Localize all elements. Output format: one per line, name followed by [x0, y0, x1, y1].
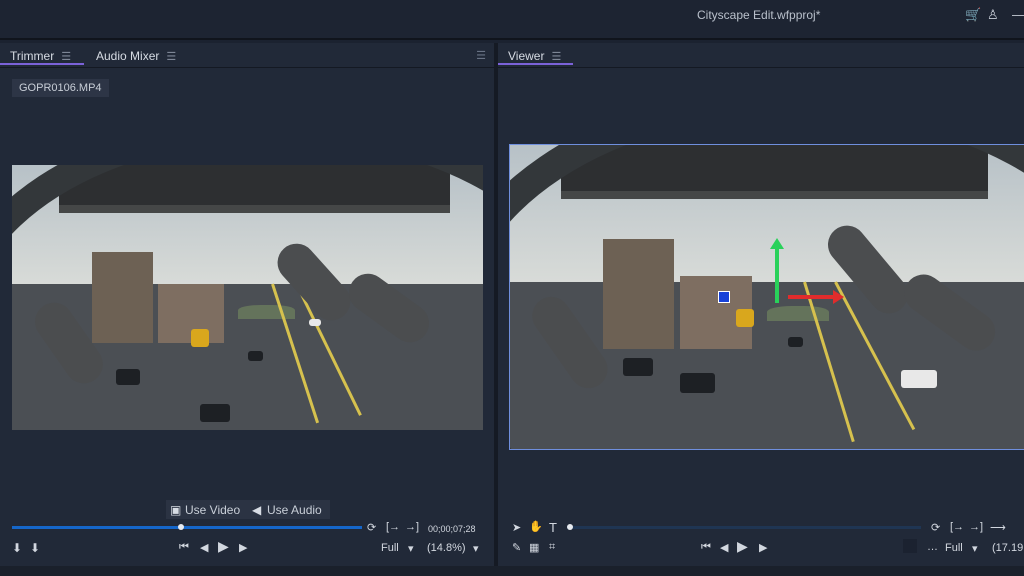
trimmer-playhead[interactable] [178, 524, 184, 530]
step-forward-icon[interactable]: ▶ [239, 541, 247, 554]
viewer-tab-bar: Viewer ☰ [498, 43, 1024, 68]
tab-trimmer-label: Trimmer [10, 49, 55, 63]
menu-icon: ☰ [551, 51, 562, 63]
rectangle-tool-icon[interactable]: ▦ [529, 541, 539, 554]
mark-in-icon[interactable]: [→ [386, 521, 400, 533]
menu-icon: ☰ [61, 51, 72, 63]
minimize-icon[interactable]: — [1012, 7, 1024, 22]
chevron-down-icon: ▾ [473, 543, 479, 555]
previous-clip-icon[interactable]: ⏮ [701, 541, 711, 554]
project-title: Cityscape Edit.wfpproj* [697, 8, 821, 22]
speaker-icon: ◀ [252, 503, 262, 517]
status-bar [0, 566, 1024, 576]
playback-quality-select[interactable]: Full [381, 542, 399, 554]
chevron-down-icon: ▾ [408, 543, 414, 555]
trimmer-video-preview[interactable] [12, 165, 483, 430]
step-back-icon[interactable]: ◀ [720, 541, 728, 554]
trimmer-panel: Trimmer ☰ Audio Mixer ☰ ☰ GOPR0106.MP4 ▣ U… [0, 43, 494, 576]
play-icon[interactable]: ▶ [737, 538, 748, 555]
more-icon[interactable]: … [927, 541, 938, 553]
playback-quality-select[interactable]: Full [945, 542, 963, 554]
viewer-timeline[interactable] [567, 526, 921, 529]
fence-foreground [12, 165, 483, 430]
video-selection-frame[interactable] [509, 144, 1024, 450]
film-icon: ▣ [170, 503, 182, 517]
use-video-button[interactable]: Use Video [185, 503, 240, 517]
timecode: 00;00;07;28 [428, 524, 476, 534]
use-audio-button[interactable]: Use Audio [267, 503, 322, 517]
previous-clip-icon[interactable]: ⏮ [179, 541, 189, 554]
step-forward-icon[interactable]: ▶ [759, 541, 767, 554]
text-tool-icon[interactable]: T [549, 520, 557, 535]
cart-icon[interactable]: 🛒 [965, 7, 981, 23]
trimmer-timeline[interactable] [12, 526, 362, 529]
color-swatch[interactable] [903, 539, 917, 553]
viewer-playhead[interactable] [567, 524, 573, 530]
tab-viewer-label: Viewer [508, 49, 545, 63]
tab-viewer[interactable]: Viewer ☰ [508, 49, 561, 63]
trimmer-tab-bar: Trimmer ☰ Audio Mixer ☰ ☰ [0, 43, 494, 68]
menu-icon: ☰ [166, 51, 177, 63]
mark-out-icon[interactable]: →] [969, 521, 983, 533]
tab-audio-mixer[interactable]: Audio Mixer ☰ [96, 49, 176, 63]
export-icon[interactable]: ⬇ [12, 541, 22, 555]
mark-out-icon[interactable]: →] [405, 521, 419, 533]
clip-name: GOPR0106.MP4 [12, 79, 109, 97]
zoom-level[interactable]: (17.19 [992, 542, 1023, 554]
viewer-panel: Viewer ☰ ➤ ✋ T ⟳ [→ →] ⟶ ✎ ▦ ⌗ ⏮ ◀ ▶ ▶ …… [498, 43, 1024, 576]
hand-tool-icon[interactable]: ✋ [529, 520, 543, 533]
panel-menu-icon[interactable]: ☰ [476, 49, 486, 62]
title-bar: Cityscape Edit.wfpproj* 🛒 ♙ — [0, 0, 1024, 40]
end-mark-icon[interactable]: ⟶ [990, 521, 1006, 534]
source-selection-bar: ▣ Use Video ◀ Use Audio [166, 500, 330, 519]
add-to-timeline-icon[interactable]: ⬇ [30, 541, 40, 555]
loop-icon[interactable]: ⟳ [931, 521, 940, 534]
tab-audio-mixer-label: Audio Mixer [96, 49, 160, 63]
crop-tool-icon[interactable]: ⌗ [549, 541, 555, 554]
tab-trimmer[interactable]: Trimmer ☰ [10, 49, 71, 63]
mark-in-icon[interactable]: [→ [950, 521, 964, 533]
selection-tool-icon[interactable]: ➤ [512, 521, 521, 534]
zoom-level[interactable]: (14.8%) [427, 542, 466, 554]
user-icon[interactable]: ♙ [987, 7, 999, 23]
active-tab-indicator [498, 63, 573, 65]
play-icon[interactable]: ▶ [218, 538, 229, 555]
pen-tool-icon[interactable]: ✎ [512, 541, 521, 554]
active-tab-indicator [0, 63, 84, 65]
chevron-down-icon: ▾ [972, 543, 978, 555]
step-back-icon[interactable]: ◀ [200, 541, 208, 554]
loop-icon[interactable]: ⟳ [367, 521, 376, 534]
